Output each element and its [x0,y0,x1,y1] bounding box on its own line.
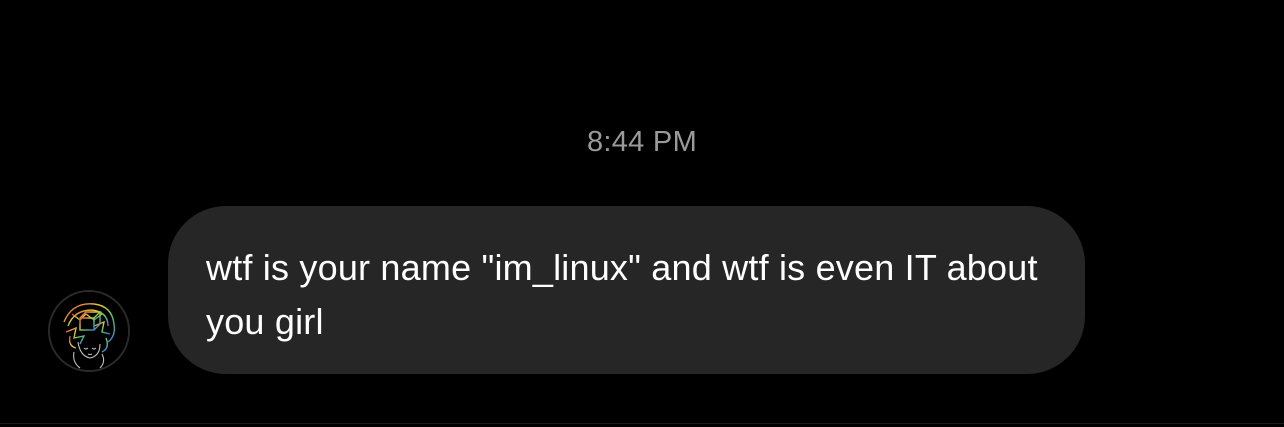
message-thread: 8:44 PM wtf is your name "im_linux" and … [0,0,1284,427]
avatar-art-icon [50,292,128,370]
profile-avatar-icon[interactable] [48,290,130,372]
message-text: wtf is your name "im_linux" and wtf is e… [206,247,1038,342]
incoming-message-row: wtf is your name "im_linux" and wtf is e… [0,206,1284,376]
message-timestamp: 8:44 PM [586,126,698,158]
divider [0,423,1284,424]
message-bubble[interactable]: wtf is your name "im_linux" and wtf is e… [168,206,1085,374]
